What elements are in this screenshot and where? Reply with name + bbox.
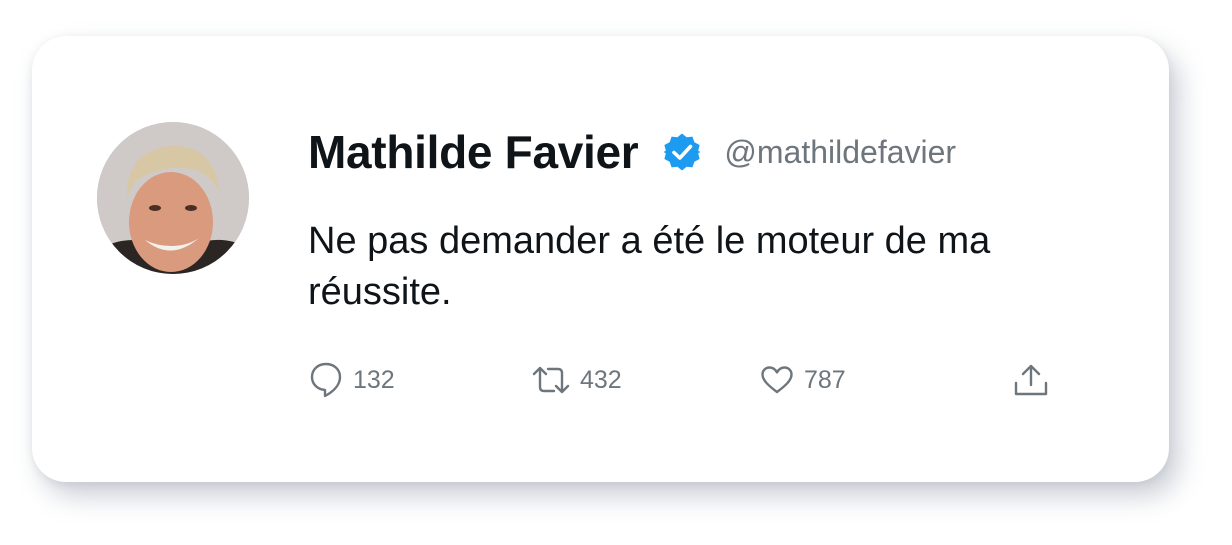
- author-name[interactable]: Mathilde Favier: [308, 125, 639, 179]
- author-handle[interactable]: @mathildefavier: [724, 134, 956, 171]
- tweet-text: Ne pas demander a été le moteur de ma ré…: [308, 220, 991, 313]
- like-button[interactable]: 787: [760, 358, 846, 402]
- reply-button[interactable]: 132: [309, 358, 395, 402]
- retweet-icon: [532, 365, 570, 395]
- avatar[interactable]: [97, 122, 249, 274]
- heart-icon: [760, 365, 794, 395]
- profile-photo: [97, 122, 249, 274]
- verified-badge-icon: [662, 132, 702, 172]
- share-upload-icon: [1012, 363, 1050, 397]
- retweet-count: 432: [580, 365, 622, 394]
- tweet-header: Mathilde Favier @mathildefavier: [308, 120, 956, 184]
- reply-bubble-icon: [309, 361, 343, 399]
- reply-count: 132: [353, 365, 395, 394]
- like-count: 787: [804, 365, 846, 394]
- retweet-button[interactable]: 432: [532, 358, 622, 402]
- share-button[interactable]: [1012, 358, 1050, 402]
